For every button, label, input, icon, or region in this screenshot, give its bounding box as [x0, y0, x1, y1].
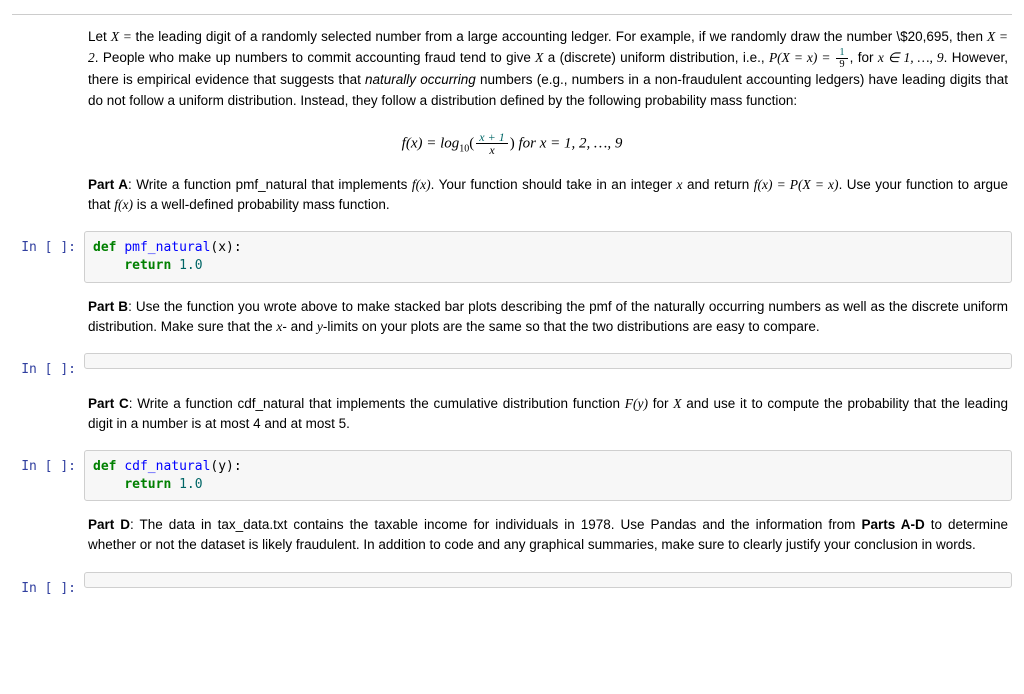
- code-cell-2: In [ ]:: [12, 353, 1012, 380]
- math: f(x): [114, 197, 133, 212]
- kw-return: return: [124, 477, 171, 492]
- text: -limits on your plots are the same so th…: [323, 319, 820, 334]
- fraction: 19: [836, 47, 847, 70]
- text: , for: [850, 50, 878, 65]
- numerator: x + 1: [476, 131, 507, 145]
- part-a-label: Part A: [88, 177, 128, 192]
- math: x ∈ 1, …, 9: [878, 50, 944, 65]
- code-input[interactable]: def cdf_natural(y): return 1.0: [84, 450, 1012, 501]
- kw-def: def: [93, 240, 116, 255]
- args: (x):: [210, 240, 241, 255]
- code-input[interactable]: [84, 353, 1012, 369]
- indent: [93, 258, 124, 273]
- formula-lhs: f(x) = log: [402, 135, 460, 151]
- text: Let: [88, 29, 111, 44]
- math: f(x) = P(X = x): [754, 177, 839, 192]
- text: for: [648, 396, 673, 411]
- text: . People who make up numbers to commit a…: [95, 50, 535, 65]
- for-clause: for x = 1, 2, …, 9: [515, 135, 623, 151]
- text: is a well-defined probability mass funct…: [133, 197, 390, 212]
- math: P(X = x) =: [769, 50, 834, 65]
- input-prompt: In [ ]:: [12, 231, 84, 258]
- code-cell-4: In [ ]:: [12, 572, 1012, 599]
- literal: 1.0: [171, 477, 202, 492]
- part-a-text: Part A: Write a function pmf_natural tha…: [84, 171, 1012, 226]
- text: and return: [683, 177, 754, 192]
- denominator: x: [476, 144, 507, 157]
- kw-def: def: [93, 459, 116, 474]
- math: X =: [111, 29, 136, 44]
- kw-return: return: [124, 258, 171, 273]
- fn-name: pmf_natural: [124, 240, 210, 255]
- text: . Your function should take in an intege…: [431, 177, 677, 192]
- numerator: 1: [836, 47, 847, 59]
- pmf-formula: f(x) = log10(x + 1x) for x = 1, 2, …, 9: [12, 131, 1012, 157]
- fraction: x + 1x: [476, 131, 507, 157]
- indent: [93, 477, 124, 492]
- code-cell-1: In [ ]: def pmf_natural(x): return 1.0: [12, 231, 1012, 282]
- input-prompt: In [ ]:: [12, 572, 84, 599]
- intro-text: Let X = the leading digit of a randomly …: [84, 23, 1012, 121]
- math: F(y): [625, 396, 648, 411]
- subscript: 10: [459, 143, 469, 154]
- part-c-text: Part C: Write a function cdf_natural tha…: [84, 390, 1012, 445]
- input-prompt: In [ ]:: [12, 353, 84, 380]
- parts-ref: Parts A-D: [861, 517, 924, 532]
- notebook: Let X = the leading digit of a randomly …: [12, 14, 1012, 598]
- part-d-label: Part D: [88, 517, 130, 532]
- text: - and: [282, 319, 317, 334]
- code-input[interactable]: def pmf_natural(x): return 1.0: [84, 231, 1012, 282]
- input-prompt: In [ ]:: [12, 450, 84, 477]
- part-c-label: Part C: [88, 396, 129, 411]
- divider: [12, 14, 1012, 15]
- args: (y):: [210, 459, 241, 474]
- text: : Write a function cdf_natural that impl…: [129, 396, 625, 411]
- part-b-text: Part B: Use the function you wrote above…: [84, 293, 1012, 348]
- emphasis: naturally occurring: [365, 72, 476, 87]
- literal: 1.0: [171, 258, 202, 273]
- part-b-label: Part B: [88, 299, 128, 314]
- denominator: 9: [836, 59, 847, 70]
- math: f(x): [412, 177, 431, 192]
- lparen: (: [469, 135, 474, 151]
- text: : Write a function pmf_natural that impl…: [128, 177, 412, 192]
- text: the leading digit of a randomly selected…: [136, 29, 988, 44]
- text: : The data in tax_data.txt contains the …: [130, 517, 861, 532]
- part-d-text: Part D: The data in tax_data.txt contain…: [84, 511, 1012, 566]
- fn-name: cdf_natural: [124, 459, 210, 474]
- code-input[interactable]: [84, 572, 1012, 588]
- text: a (discrete) uniform distribution, i.e.,: [543, 50, 769, 65]
- code-cell-3: In [ ]: def cdf_natural(y): return 1.0: [12, 450, 1012, 501]
